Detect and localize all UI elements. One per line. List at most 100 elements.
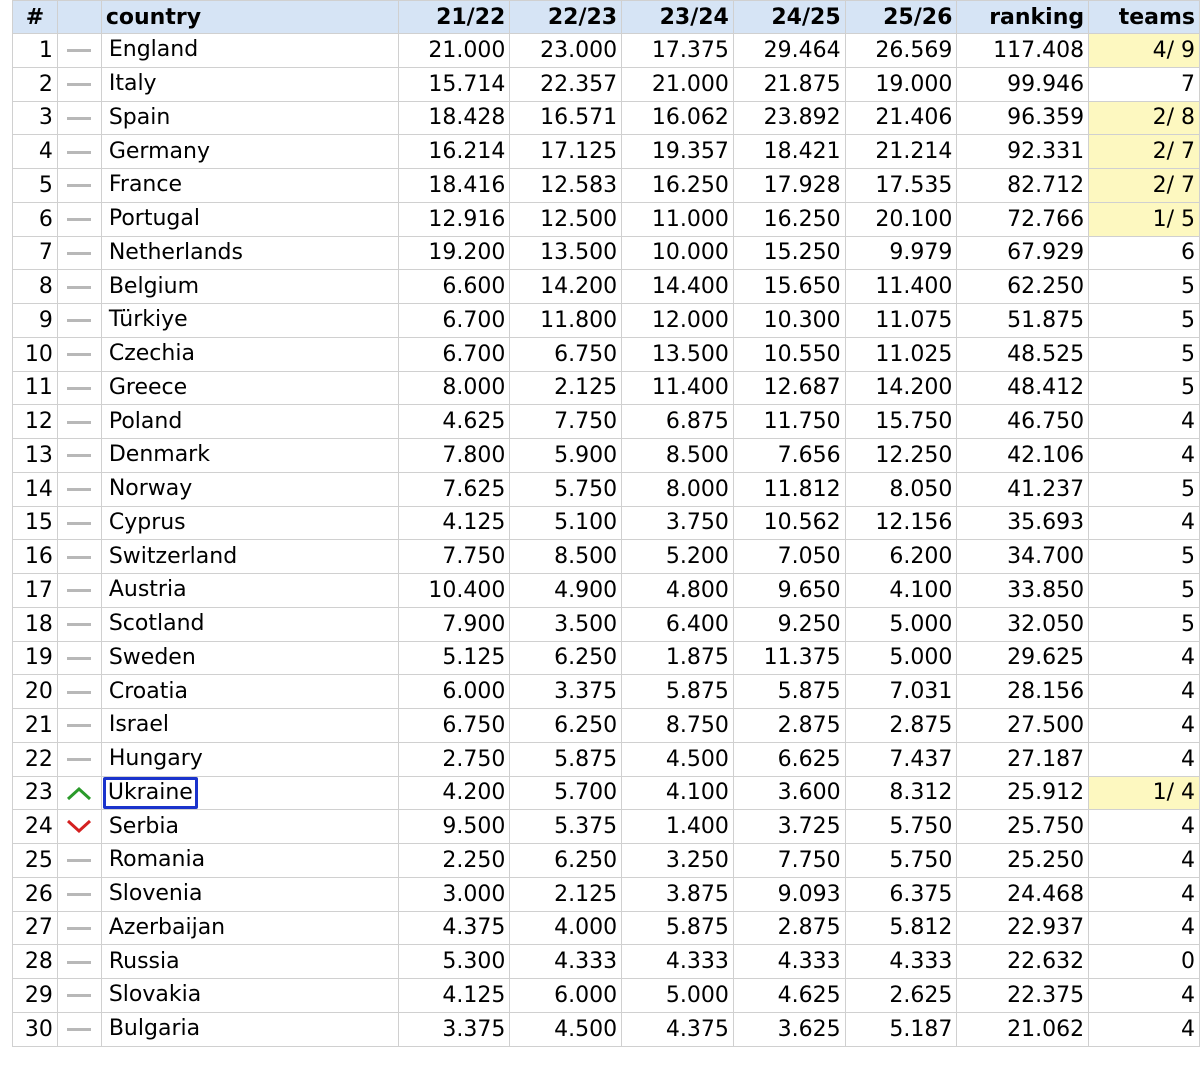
country-cell[interactable]: Spain <box>100 100 399 136</box>
table-row[interactable]: 24 Serbia 9.500 5.375 1.400 3.725 5.750 25.750 4 <box>12 809 1200 844</box>
table-row[interactable]: 25 Romania 2.250 6.250 3.250 7.750 5.750 25.250… <box>12 843 1200 878</box>
country-cell[interactable]: Serbia <box>100 809 399 844</box>
table-row[interactable]: 4 Germany 16.214 17.125 19.357 18.421 21.214 92… <box>12 134 1200 169</box>
trend-same-icon <box>67 150 92 154</box>
country-name[interactable]: Serbia <box>106 814 182 840</box>
table-row[interactable]: 16 Switzerland 7.750 8.500 5.200 7.050 6.200 34… <box>12 539 1200 574</box>
country-cell[interactable]: France <box>100 168 399 203</box>
country-name[interactable]: Belgium <box>106 274 202 300</box>
country-name[interactable]: Croatia <box>106 679 191 705</box>
country-cell[interactable]: Türkiye <box>100 303 399 338</box>
table-row[interactable]: 27 Azerbaijan 4.375 4.000 5.875 2.875 5.812 22.… <box>12 910 1200 946</box>
table-row[interactable]: 23 Ukraine 4.200 5.700 4.100 3.600 8.312 25.912… <box>12 775 1200 811</box>
table-row[interactable]: 1 England 21.000 23.000 17.375 29.464 26.569 11… <box>12 33 1200 68</box>
header-country[interactable]: country <box>100 0 399 34</box>
table-row[interactable]: 21 Israel 6.750 6.250 8.750 2.875 2.875 27.500 4 <box>12 708 1200 743</box>
table-row[interactable]: 10 Czechia 6.700 6.750 13.500 10.550 11.025 48.… <box>12 336 1200 372</box>
header-season-25-26[interactable]: 25/26 <box>844 0 958 34</box>
table-row[interactable]: 15 Cyprus 4.125 5.100 3.750 10.562 12.156 35.69… <box>12 505 1200 541</box>
table-row[interactable]: 22 Hungary 2.750 5.875 4.500 6.625 7.437 27.187… <box>12 741 1200 777</box>
country-name[interactable]: Greece <box>106 375 190 401</box>
country-name[interactable]: Austria <box>106 577 190 603</box>
country-name[interactable]: Czechia <box>106 341 198 367</box>
table-row[interactable]: 6 Portugal 12.916 12.500 11.000 16.250 20.100 7… <box>12 201 1200 237</box>
header-season-23-24[interactable]: 23/24 <box>621 0 734 34</box>
country-cell[interactable]: Slovakia <box>100 978 399 1013</box>
table-row[interactable]: 18 Scotland 7.900 3.500 6.400 9.250 5.000 32.05… <box>12 606 1200 642</box>
country-cell[interactable]: Azerbaijan <box>100 910 399 946</box>
country-name[interactable]: Netherlands <box>106 240 246 266</box>
country-cell[interactable]: Romania <box>100 843 399 878</box>
country-name[interactable]: Italy <box>106 71 160 97</box>
country-name[interactable]: Romania <box>106 847 208 873</box>
country-name[interactable]: Azerbaijan <box>106 915 228 941</box>
country-cell[interactable]: England <box>100 33 399 68</box>
header-teams[interactable]: teams <box>1088 0 1200 34</box>
table-row[interactable]: 9 Türkiye 6.700 11.800 12.000 10.300 11.075 51.… <box>12 303 1200 338</box>
country-name[interactable]: Sweden <box>106 645 199 671</box>
table-row[interactable]: 17 Austria 10.400 4.900 4.800 9.650 4.100 33.85… <box>12 573 1200 608</box>
table-row[interactable]: 13 Denmark 7.800 5.900 8.500 7.656 12.250 42.10… <box>12 438 1200 473</box>
table-row[interactable]: 7 Netherlands 19.200 13.500 10.000 15.250 9.97… <box>12 235 1200 271</box>
country-name[interactable]: France <box>106 172 185 198</box>
country-name[interactable]: Russia <box>106 949 183 975</box>
table-row[interactable]: 28 Russia 5.300 4.333 4.333 4.333 4.333 22.632 0 <box>12 944 1200 979</box>
table-row[interactable]: 29 Slovakia 4.125 6.000 5.000 4.625 2.625 22.37… <box>12 978 1200 1013</box>
country-name[interactable]: Scotland <box>106 611 208 637</box>
header-season-22-23[interactable]: 22/23 <box>509 0 623 34</box>
table-row[interactable]: 8 Belgium 6.600 14.200 14.400 15.650 11.400 62.… <box>12 269 1200 304</box>
country-cell[interactable]: Ukraine <box>100 775 399 811</box>
country-name[interactable]: Türkiye <box>106 307 191 333</box>
country-name[interactable]: Norway <box>106 476 195 502</box>
country-cell[interactable]: Switzerland <box>100 539 399 574</box>
country-cell[interactable]: Denmark <box>100 438 399 473</box>
country-cell[interactable]: Russia <box>100 944 399 979</box>
table-row[interactable]: 19 Sweden 5.125 6.250 1.875 11.375 5.000 29.625… <box>12 640 1200 676</box>
country-name[interactable]: Spain <box>106 105 173 131</box>
header-season-21-22[interactable]: 21/22 <box>397 0 511 34</box>
country-cell[interactable]: Germany <box>100 134 399 169</box>
country-cell[interactable]: Portugal <box>100 201 399 237</box>
table-row[interactable]: 5 France 18.416 12.583 16.250 17.928 17.535 82.… <box>12 168 1200 203</box>
country-cell[interactable]: Sweden <box>100 640 399 676</box>
country-cell[interactable]: Cyprus <box>100 505 399 541</box>
country-name[interactable]: Hungary <box>106 746 206 772</box>
header-rank-number[interactable]: # <box>12 0 58 34</box>
country-cell[interactable]: Slovenia <box>100 876 399 912</box>
country-name[interactable]: England <box>106 37 201 63</box>
country-cell[interactable]: Norway <box>100 471 399 507</box>
country-name[interactable]: Slovenia <box>106 881 206 907</box>
country-cell[interactable]: Italy <box>100 66 399 102</box>
table-row[interactable]: 30 Bulgaria 3.375 4.500 4.375 3.625 5.187 21.06… <box>12 1011 1200 1047</box>
country-name[interactable]: Denmark <box>106 442 213 468</box>
country-cell[interactable]: Bulgaria <box>100 1011 399 1047</box>
country-name[interactable]: Germany <box>106 139 213 165</box>
country-cell[interactable]: Poland <box>100 404 399 439</box>
country-cell[interactable]: Scotland <box>100 606 399 642</box>
table-row[interactable]: 20 Croatia 6.000 3.375 5.875 5.875 7.031 28.156… <box>12 674 1200 709</box>
country-cell[interactable]: Netherlands <box>100 235 399 271</box>
table-row[interactable]: 11 Greece 8.000 2.125 11.400 12.687 14.200 48.4… <box>12 370 1200 406</box>
country-name[interactable]: Poland <box>106 409 185 435</box>
country-cell[interactable]: Belgium <box>100 269 399 304</box>
table-row[interactable]: 3 Spain 18.428 16.571 16.062 23.892 21.406 96.3… <box>12 100 1200 136</box>
header-season-24-25[interactable]: 24/25 <box>732 0 846 34</box>
country-cell[interactable]: Israel <box>100 708 399 743</box>
table-row[interactable]: 26 Slovenia 3.000 2.125 3.875 9.093 6.375 24.46… <box>12 876 1200 912</box>
country-cell[interactable]: Czechia <box>100 336 399 372</box>
country-name[interactable]: Switzerland <box>106 544 240 570</box>
country-name[interactable]: Cyprus <box>106 510 189 536</box>
country-name[interactable]: Israel <box>106 712 172 738</box>
table-row[interactable]: 14 Norway 7.625 5.750 8.000 11.812 8.050 41.237… <box>12 471 1200 507</box>
country-cell[interactable]: Hungary <box>100 741 399 777</box>
country-name[interactable]: Portugal <box>106 206 203 232</box>
table-row[interactable]: 12 Poland 4.625 7.750 6.875 11.750 15.750 46.75… <box>12 404 1200 439</box>
country-cell[interactable]: Austria <box>100 573 399 608</box>
table-row[interactable]: 2 Italy 15.714 22.357 21.000 21.875 19.000 99.9… <box>12 66 1200 102</box>
country-name-selected[interactable]: Ukraine <box>102 776 198 809</box>
country-name[interactable]: Slovakia <box>106 982 204 1008</box>
country-cell[interactable]: Croatia <box>100 674 399 709</box>
country-cell[interactable]: Greece <box>100 370 399 406</box>
header-ranking[interactable]: ranking <box>956 0 1090 34</box>
country-name[interactable]: Bulgaria <box>106 1016 203 1042</box>
